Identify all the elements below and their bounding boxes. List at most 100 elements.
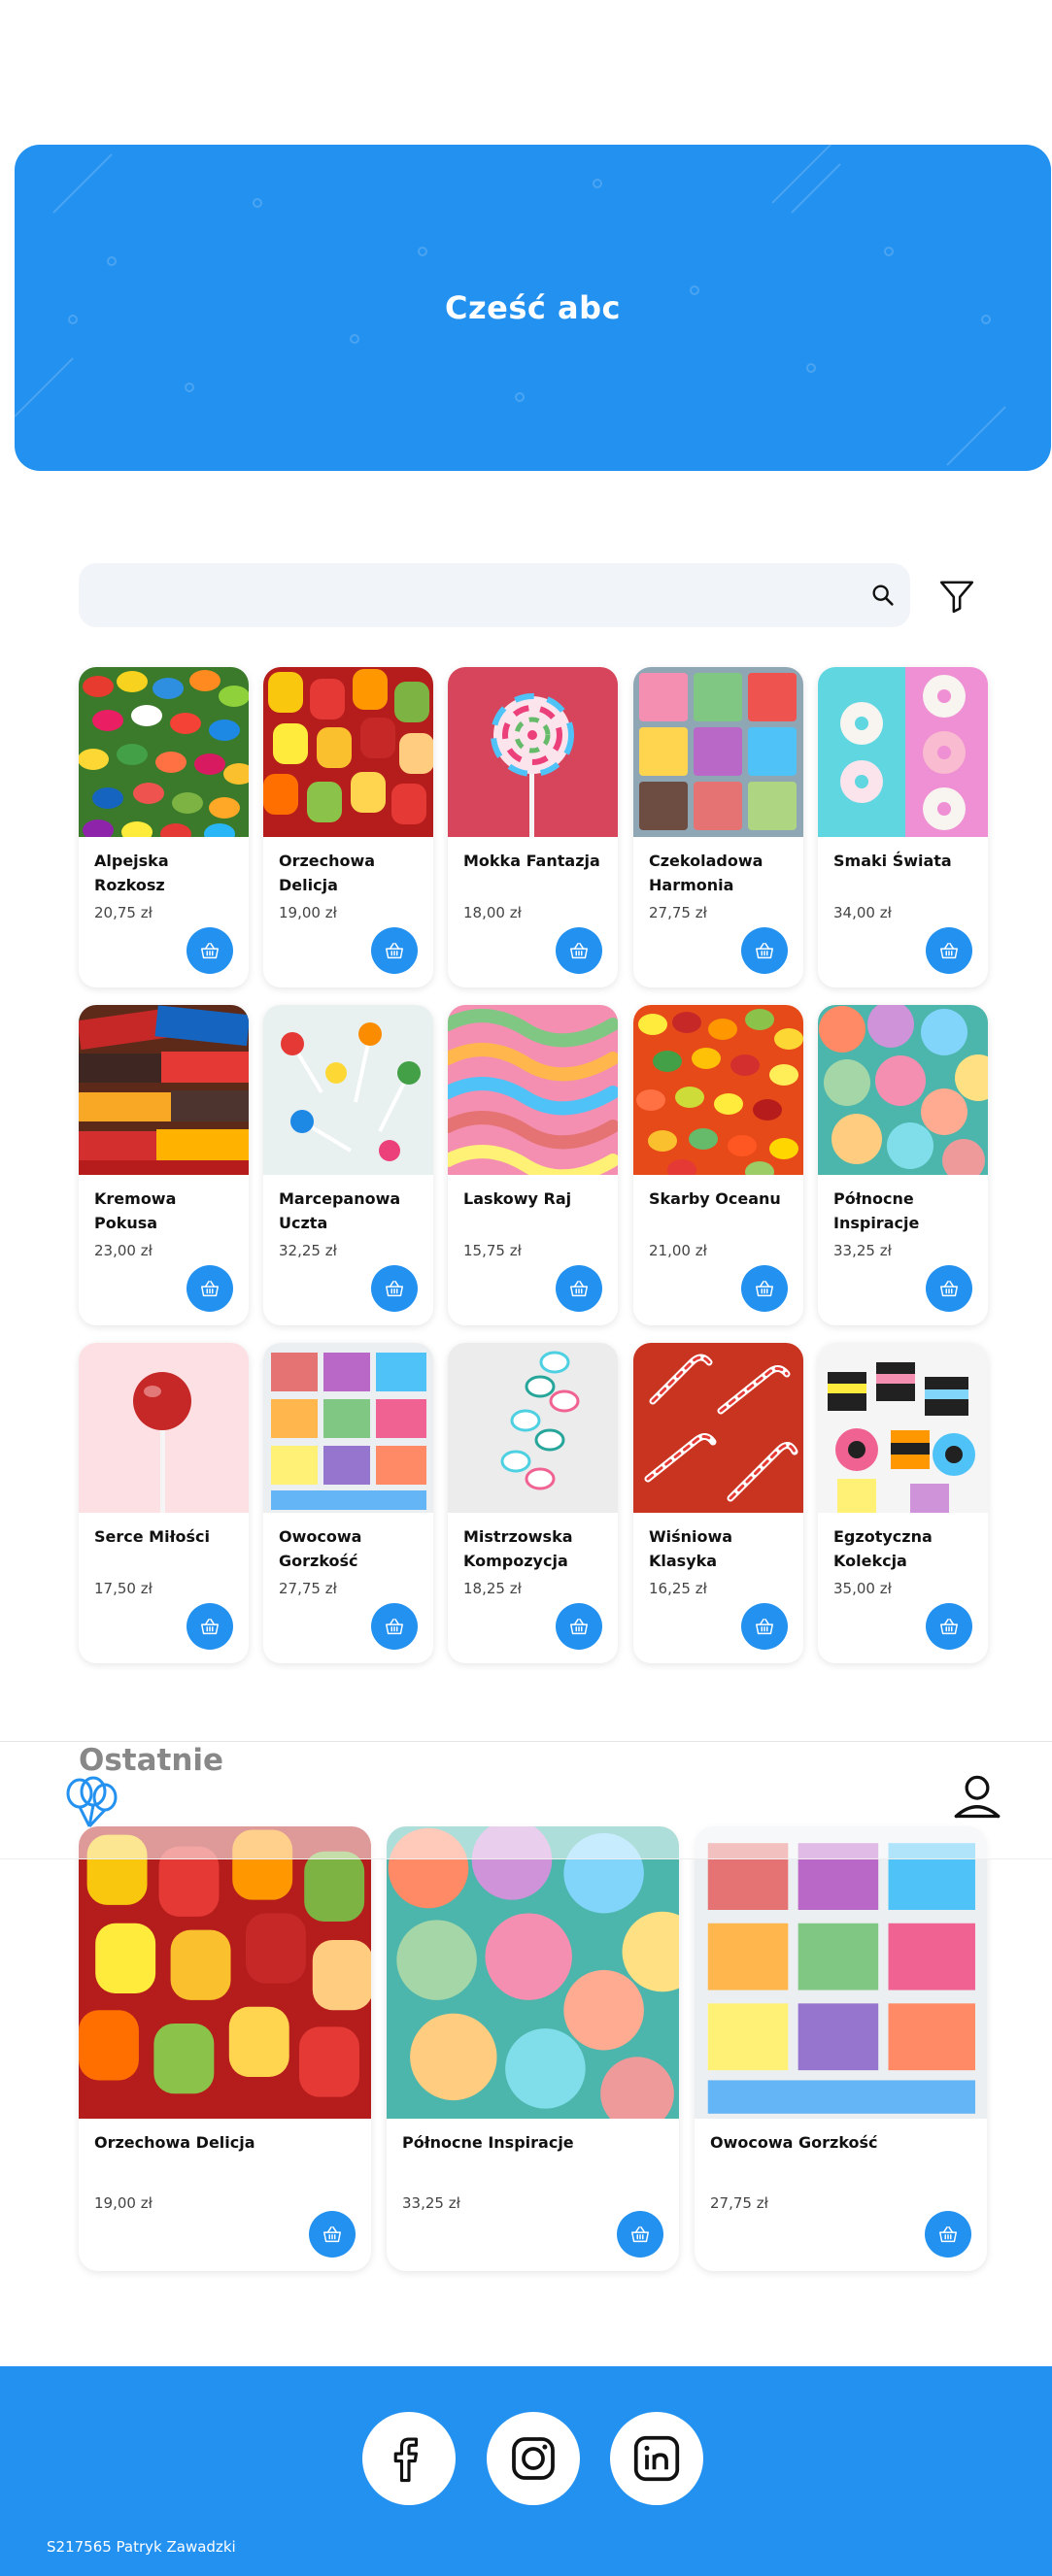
product-price: 27,75 zł bbox=[279, 1580, 337, 1597]
hero-title: Cześć abc bbox=[445, 289, 621, 326]
product-card[interactable]: Skarby Oceanu 21,00 zł bbox=[633, 1005, 803, 1325]
basket-icon bbox=[940, 1280, 958, 1297]
product-image bbox=[695, 1826, 987, 2119]
product-image bbox=[633, 667, 803, 837]
product-card[interactable]: Owocowa Gorzkość 27,75 zł bbox=[263, 1343, 433, 1663]
balloons-icon[interactable] bbox=[60, 1776, 122, 1830]
product-card[interactable]: Mistrzowska Kompozycja 18,25 zł bbox=[448, 1343, 618, 1663]
product-name: Skarby Oceanu bbox=[649, 1189, 781, 1208]
product-price: 33,25 zł bbox=[833, 1242, 892, 1259]
add-to-cart-button[interactable] bbox=[926, 927, 972, 974]
add-to-cart-button[interactable] bbox=[741, 927, 788, 974]
product-card[interactable]: Kremowa Pokusa 23,00 zł bbox=[79, 1005, 249, 1325]
basket-icon bbox=[386, 1618, 403, 1635]
add-to-cart-button[interactable] bbox=[741, 1265, 788, 1312]
basket-icon bbox=[756, 1618, 773, 1635]
product-name: Orzechowa Delicja bbox=[279, 852, 376, 894]
add-to-cart-button[interactable] bbox=[741, 1603, 788, 1650]
add-to-cart-button[interactable] bbox=[187, 1265, 233, 1312]
product-image bbox=[387, 1826, 679, 2119]
basket-icon bbox=[940, 942, 958, 959]
product-price: 32,25 zł bbox=[279, 1242, 337, 1259]
recent-card[interactable]: Orzechowa Delicja 19,00 zł bbox=[79, 1826, 371, 2271]
product-price: 18,25 zł bbox=[463, 1580, 522, 1597]
product-name: Smaki Świata bbox=[833, 852, 952, 870]
basket-icon bbox=[570, 942, 588, 959]
search-icon[interactable] bbox=[869, 582, 897, 609]
product-image bbox=[818, 667, 988, 837]
basket-icon bbox=[323, 2225, 341, 2243]
product-name: Owocowa Gorzkość bbox=[710, 2133, 878, 2152]
add-to-cart-button[interactable] bbox=[556, 927, 602, 974]
product-price: 17,50 zł bbox=[94, 1580, 153, 1597]
instagram-icon[interactable] bbox=[487, 2412, 580, 2505]
product-name: Orzechowa Delicja bbox=[94, 2133, 255, 2152]
basket-icon bbox=[939, 2225, 957, 2243]
product-card[interactable]: Marcepanowa Uczta 32,25 zł bbox=[263, 1005, 433, 1325]
product-card[interactable]: Alpejska Rozkosz 20,75 zł bbox=[79, 667, 249, 987]
product-card[interactable]: Smaki Świata 34,00 zł bbox=[818, 667, 988, 987]
product-card[interactable]: Egzotyczna Kolekcja 35,00 zł bbox=[818, 1343, 988, 1663]
basket-icon bbox=[940, 1618, 958, 1635]
add-to-cart-button[interactable] bbox=[371, 1265, 418, 1312]
product-name: Mokka Fantazja bbox=[463, 852, 600, 870]
search-input[interactable] bbox=[79, 563, 910, 627]
basket-icon bbox=[631, 2225, 649, 2243]
facebook-icon[interactable] bbox=[362, 2412, 456, 2505]
product-name: Marcepanowa Uczta bbox=[279, 1189, 401, 1232]
product-image bbox=[818, 1005, 988, 1175]
product-card[interactable]: Wiśniowa Klasyka 16,25 zł bbox=[633, 1343, 803, 1663]
product-card[interactable]: Mokka Fantazja 18,00 zł bbox=[448, 667, 618, 987]
product-image bbox=[448, 667, 618, 837]
add-to-cart-button[interactable] bbox=[926, 1265, 972, 1312]
product-price: 18,00 zł bbox=[463, 904, 522, 921]
product-name: Wiśniowa Klasyka bbox=[649, 1527, 733, 1570]
product-name: Serce Miłości bbox=[94, 1527, 210, 1546]
product-card[interactable]: Orzechowa Delicja 19,00 zł bbox=[263, 667, 433, 987]
product-image bbox=[263, 1343, 433, 1513]
product-image bbox=[79, 1005, 249, 1175]
add-to-cart-button[interactable] bbox=[925, 2211, 971, 2258]
product-price: 33,25 zł bbox=[402, 2194, 460, 2212]
page: Cześć abc Alpejska Rozkosz 20,75 zł Orze… bbox=[0, 0, 1052, 2576]
add-to-cart-button[interactable] bbox=[187, 1603, 233, 1650]
product-price: 23,00 zł bbox=[94, 1242, 153, 1259]
add-to-cart-button[interactable] bbox=[556, 1603, 602, 1650]
linkedin-icon[interactable] bbox=[610, 2412, 703, 2505]
filter-icon[interactable] bbox=[937, 578, 976, 615]
add-to-cart-button[interactable] bbox=[371, 927, 418, 974]
add-to-cart-button[interactable] bbox=[371, 1603, 418, 1650]
product-card[interactable]: Północne Inspiracje 33,25 zł bbox=[818, 1005, 988, 1325]
basket-icon bbox=[201, 1618, 219, 1635]
product-name: Owocowa Gorzkość bbox=[279, 1527, 362, 1570]
product-image bbox=[79, 667, 249, 837]
add-to-cart-button[interactable] bbox=[617, 2211, 663, 2258]
basket-icon bbox=[570, 1280, 588, 1297]
product-image bbox=[633, 1343, 803, 1513]
product-name: Czekoladowa Harmonia bbox=[649, 852, 764, 894]
basket-icon bbox=[201, 1280, 219, 1297]
user-icon[interactable] bbox=[952, 1772, 1002, 1823]
product-image bbox=[263, 1005, 433, 1175]
product-price: 20,75 zł bbox=[94, 904, 153, 921]
add-to-cart-button[interactable] bbox=[309, 2211, 356, 2258]
basket-icon bbox=[386, 942, 403, 959]
basket-icon bbox=[570, 1618, 588, 1635]
basket-icon bbox=[201, 942, 219, 959]
product-card[interactable]: Serce Miłości 17,50 zł bbox=[79, 1343, 249, 1663]
basket-icon bbox=[756, 942, 773, 959]
basket-icon bbox=[756, 1280, 773, 1297]
product-card[interactable]: Laskowy Raj 15,75 zł bbox=[448, 1005, 618, 1325]
product-price: 16,25 zł bbox=[649, 1580, 707, 1597]
product-card[interactable]: Czekoladowa Harmonia 27,75 zł bbox=[633, 667, 803, 987]
recent-card[interactable]: Owocowa Gorzkość 27,75 zł bbox=[695, 1826, 987, 2271]
add-to-cart-button[interactable] bbox=[556, 1265, 602, 1312]
product-price: 21,00 zł bbox=[649, 1242, 707, 1259]
product-name: Alpejska Rozkosz bbox=[94, 852, 169, 894]
add-to-cart-button[interactable] bbox=[926, 1603, 972, 1650]
add-to-cart-button[interactable] bbox=[187, 927, 233, 974]
product-image bbox=[818, 1343, 988, 1513]
product-name: Laskowy Raj bbox=[463, 1189, 572, 1208]
recent-section-title: Ostatnie bbox=[79, 1743, 224, 1778]
recent-card[interactable]: Północne Inspiracje 33,25 zł bbox=[387, 1826, 679, 2271]
